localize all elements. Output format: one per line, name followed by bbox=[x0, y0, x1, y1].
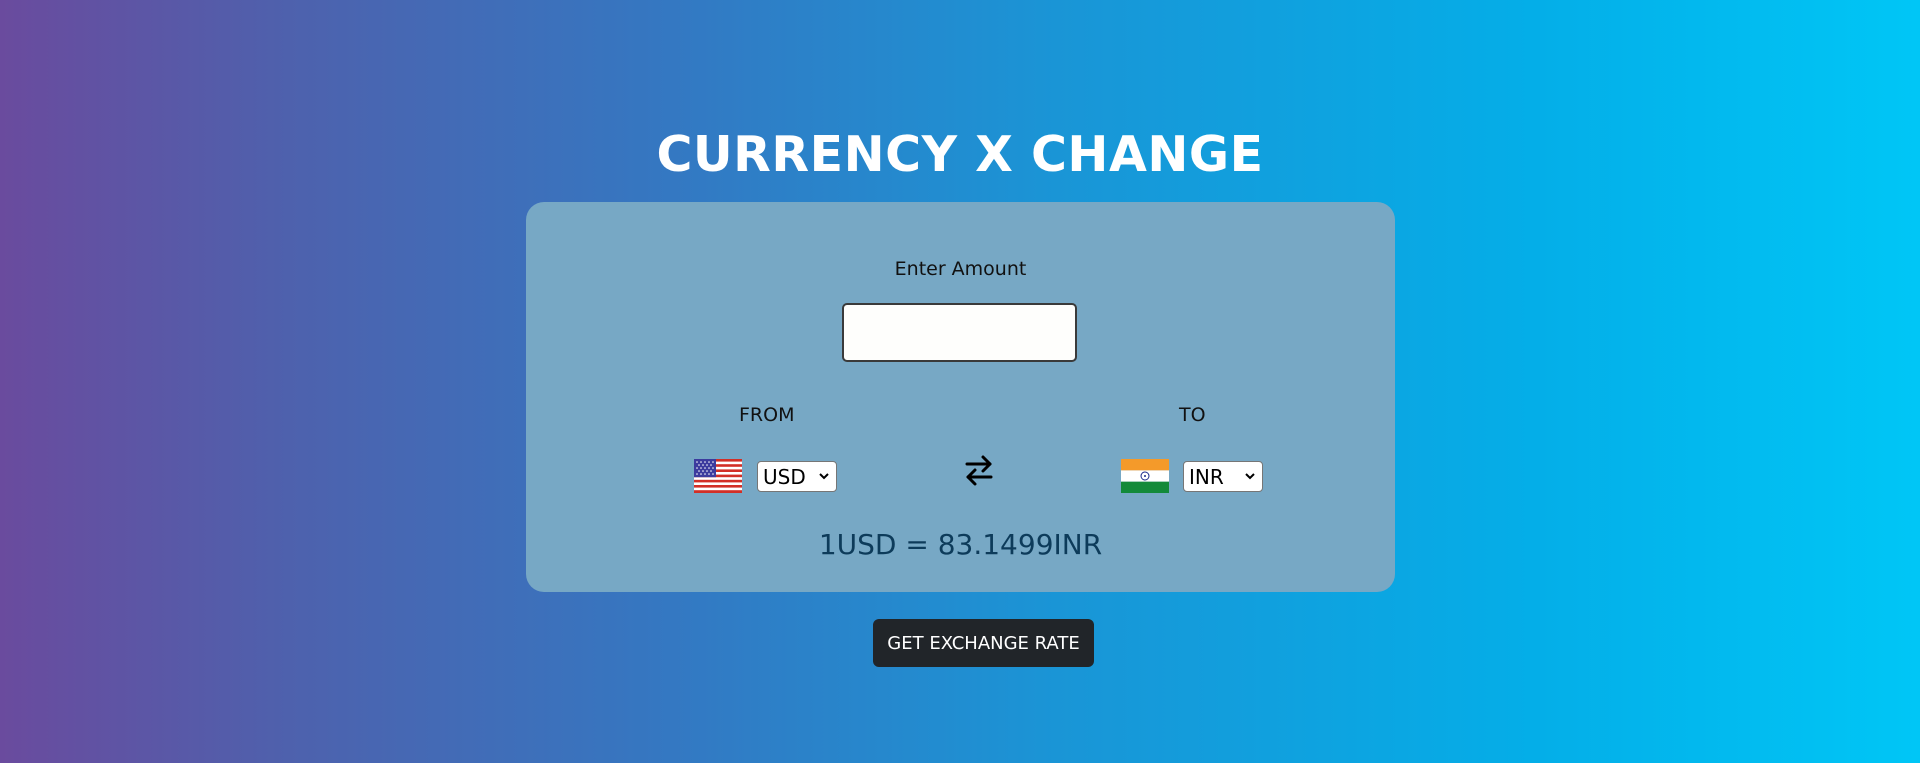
from-currency-value: USD bbox=[763, 464, 806, 489]
converter-card: Enter Amount FROM TO USD INR 1USD = 83.1… bbox=[526, 202, 1395, 592]
amount-label: Enter Amount bbox=[894, 258, 1027, 280]
chevron-down-icon bbox=[819, 473, 829, 480]
amount-input[interactable] bbox=[842, 303, 1077, 362]
swap-arrows-icon[interactable] bbox=[963, 452, 995, 488]
get-exchange-rate-button[interactable]: GET EXCHANGE RATE bbox=[873, 619, 1094, 667]
page-title: CURRENCY X CHANGE bbox=[656, 126, 1264, 183]
exchange-rate-result: 1USD = 83.1499INR bbox=[818, 528, 1103, 561]
india-flag-icon bbox=[1121, 459, 1169, 493]
us-flag-icon bbox=[694, 459, 742, 493]
to-currency-select[interactable]: INR bbox=[1183, 461, 1263, 492]
chevron-down-icon bbox=[1245, 473, 1255, 480]
to-currency-value: INR bbox=[1189, 464, 1224, 489]
to-label: TO bbox=[1179, 404, 1206, 426]
from-label: FROM bbox=[739, 404, 795, 426]
from-currency-select[interactable]: USD bbox=[757, 461, 837, 492]
